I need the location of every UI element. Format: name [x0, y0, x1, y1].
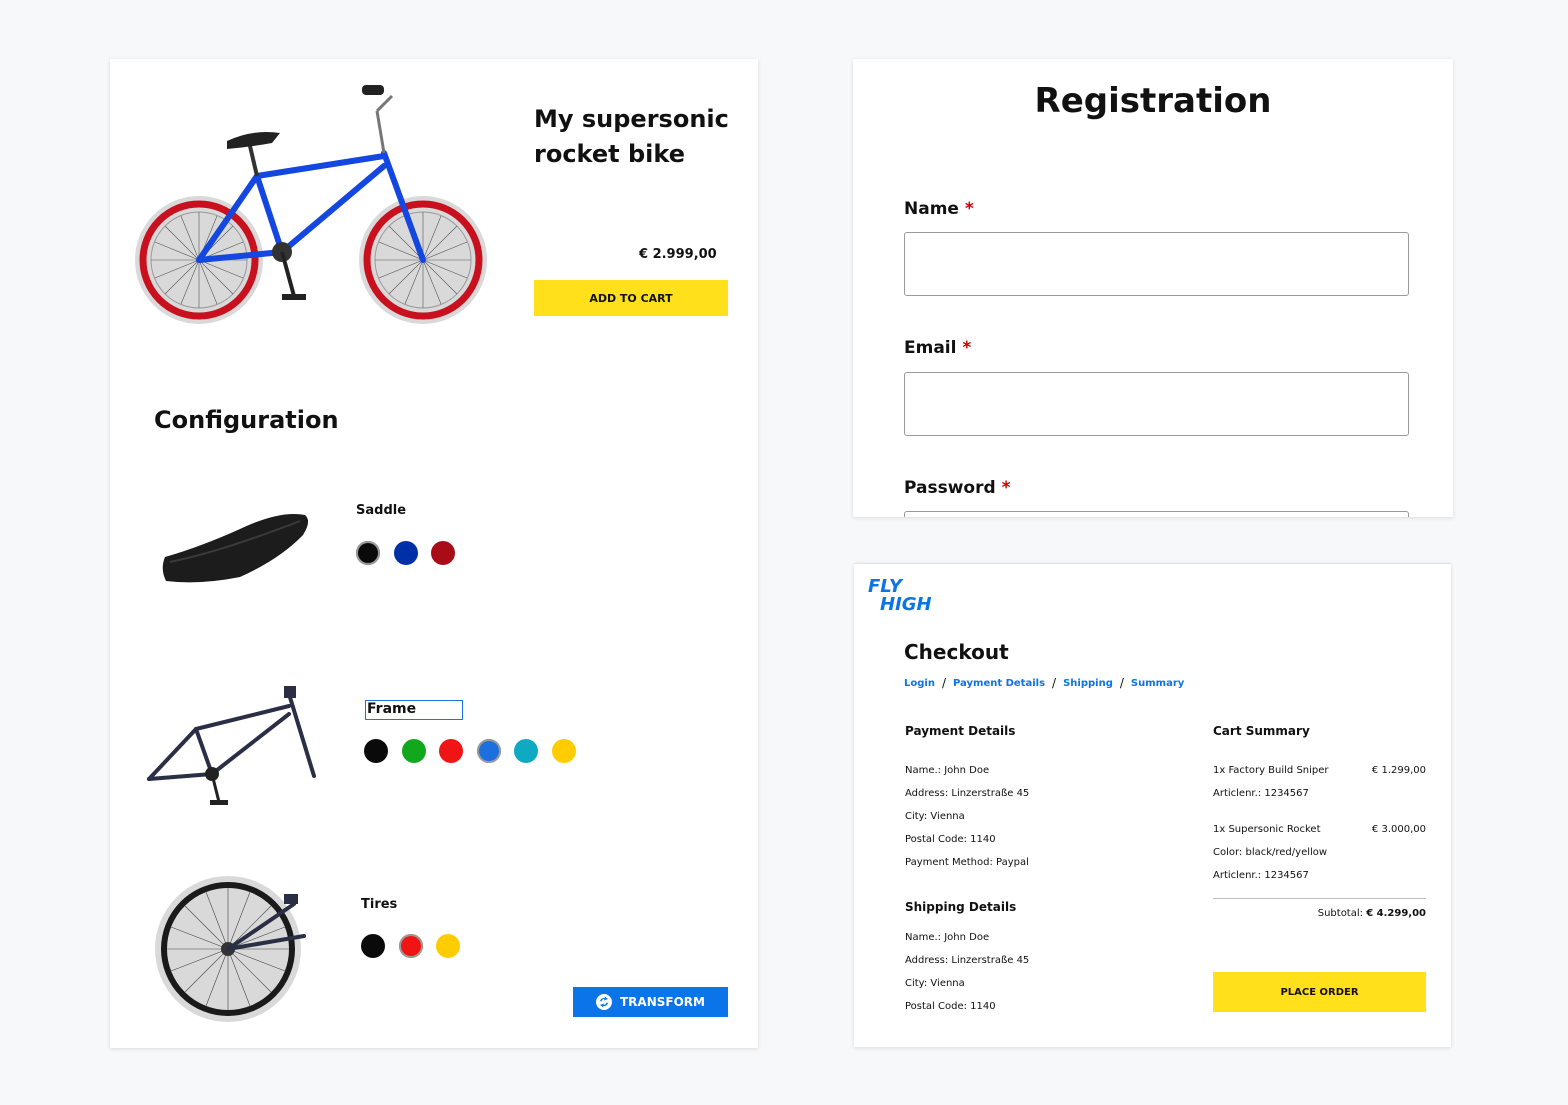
- color-swatch[interactable]: [398, 934, 423, 958]
- email-label: Email *: [904, 338, 971, 358]
- color-swatch[interactable]: [361, 934, 385, 958]
- subtotal-value: € 4.299,00: [1366, 908, 1426, 919]
- subtotal-row: Subtotal: € 4.299,00: [1213, 904, 1426, 924]
- breadcrumb-login[interactable]: Login: [904, 678, 935, 689]
- saddle-image: [162, 513, 309, 583]
- logo-line-2: HIGH: [880, 594, 932, 615]
- product-title: My supersonic rocket bike: [534, 105, 729, 168]
- registration-card: Registration Name * Email * Password *: [853, 59, 1453, 517]
- cart-item-detail: Articlenr.: 1234567: [1213, 870, 1309, 881]
- breadcrumb-separator: /: [1119, 676, 1124, 690]
- product-price: € 2.999,00: [639, 247, 717, 262]
- part-label-saddle: Saddle: [356, 503, 407, 518]
- required-marker: *: [964, 199, 974, 219]
- password-label: Password *: [904, 478, 1010, 498]
- summary-divider: [1213, 898, 1426, 899]
- cart-summary-heading: Cart Summary: [1213, 724, 1310, 738]
- fly-high-logo: FLY HIGH: [868, 578, 932, 614]
- breadcrumb-separator: /: [1052, 676, 1057, 690]
- shipping-details-list: Name.: John Doe Address: Linzerstraße 45…: [905, 926, 1029, 1018]
- color-swatch[interactable]: [476, 739, 501, 763]
- color-swatch[interactable]: [514, 739, 538, 763]
- saddle-swatches: [356, 541, 476, 569]
- payment-line: Payment Method: Paypal: [905, 857, 1029, 868]
- payment-line: City: Vienna: [905, 811, 965, 822]
- cart-item-detail: Color: black/red/yellow: [1213, 847, 1328, 858]
- password-field[interactable]: [904, 511, 1409, 517]
- breadcrumb-payment-details[interactable]: Payment Details: [953, 678, 1045, 689]
- cart-item: 1x Factory Build Sniper € 1.299,00 Artic…: [1213, 759, 1426, 805]
- transform-icon: [596, 994, 612, 1010]
- payment-details-list: Name.: John Doe Address: Linzerstraße 45…: [905, 759, 1029, 874]
- color-swatch[interactable]: [393, 541, 418, 565]
- payment-line: Address: Linzerstraße 45: [905, 788, 1030, 799]
- part-label-tires: Tires: [361, 897, 398, 912]
- cart-item-row: 1x Supersonic Rocket € 3.000,00: [1213, 818, 1426, 841]
- configuration-title: Configuration: [154, 406, 339, 434]
- color-swatch[interactable]: [401, 739, 426, 763]
- cart-item-detail: Articlenr.: 1234567: [1213, 788, 1309, 799]
- frame-swatches: [364, 739, 594, 767]
- shipping-line: Name.: John Doe: [905, 932, 990, 943]
- shipping-line: Address: Linzerstraße 45: [905, 955, 1030, 966]
- registration-title: Registration: [1034, 81, 1272, 121]
- cart-item-row: 1x Factory Build Sniper € 1.299,00: [1213, 759, 1426, 782]
- frame-image: [147, 686, 316, 805]
- shipping-details-heading: Shipping Details: [905, 900, 1017, 914]
- part-label-frame[interactable]: Frame: [365, 700, 463, 720]
- transform-button[interactable]: TRANSFORM: [573, 987, 728, 1017]
- payment-line: Postal Code: 1140: [905, 834, 996, 845]
- color-swatch[interactable]: [436, 934, 460, 958]
- breadcrumb-summary[interactable]: Summary: [1131, 678, 1184, 689]
- shipping-line: Postal Code: 1140: [905, 1001, 996, 1012]
- name-label: Name *: [904, 199, 974, 219]
- required-marker: *: [1001, 478, 1011, 498]
- shipping-line: City: Vienna: [905, 978, 965, 989]
- name-label-text: Name: [904, 199, 959, 219]
- product-card: My supersonic rocket bike € 2.999,00 ADD…: [110, 59, 758, 1048]
- checkout-card: FLY HIGH Checkout Login / Payment Detail…: [854, 563, 1451, 1047]
- breadcrumb-separator: /: [941, 676, 946, 690]
- payment-line: Name.: John Doe: [905, 765, 990, 776]
- tires-swatches: [361, 934, 481, 962]
- password-label-text: Password: [904, 478, 996, 498]
- transform-label: TRANSFORM: [620, 995, 705, 1009]
- tire-image: [155, 876, 306, 1022]
- color-swatch[interactable]: [356, 541, 380, 565]
- cart-item-name: 1x Supersonic Rocket: [1213, 824, 1321, 835]
- checkout-title: Checkout: [904, 640, 1009, 664]
- bike-image: [135, 85, 487, 324]
- required-marker: *: [962, 338, 972, 358]
- subtotal-label: Subtotal:: [1317, 908, 1364, 919]
- name-field[interactable]: [904, 232, 1409, 296]
- color-swatch[interactable]: [551, 739, 576, 763]
- color-swatch[interactable]: [439, 739, 463, 763]
- cart-item-name: 1x Factory Build Sniper: [1213, 765, 1329, 776]
- email-label-text: Email: [904, 338, 957, 358]
- cart-item-price: € 3.000,00: [1371, 824, 1426, 835]
- breadcrumb-shipping[interactable]: Shipping: [1063, 678, 1113, 689]
- color-swatch[interactable]: [364, 739, 388, 763]
- color-swatch[interactable]: [431, 541, 455, 565]
- payment-details-heading: Payment Details: [905, 724, 1016, 738]
- cart-item: 1x Supersonic Rocket € 3.000,00 Color: b…: [1213, 818, 1426, 887]
- place-order-button[interactable]: PLACE ORDER: [1213, 972, 1426, 1012]
- cart-item-price: € 1.299,00: [1371, 765, 1426, 776]
- breadcrumb: Login / Payment Details / Shipping / Sum…: [904, 676, 1184, 690]
- email-field[interactable]: [904, 372, 1409, 436]
- add-to-cart-button[interactable]: ADD TO CART: [534, 280, 728, 316]
